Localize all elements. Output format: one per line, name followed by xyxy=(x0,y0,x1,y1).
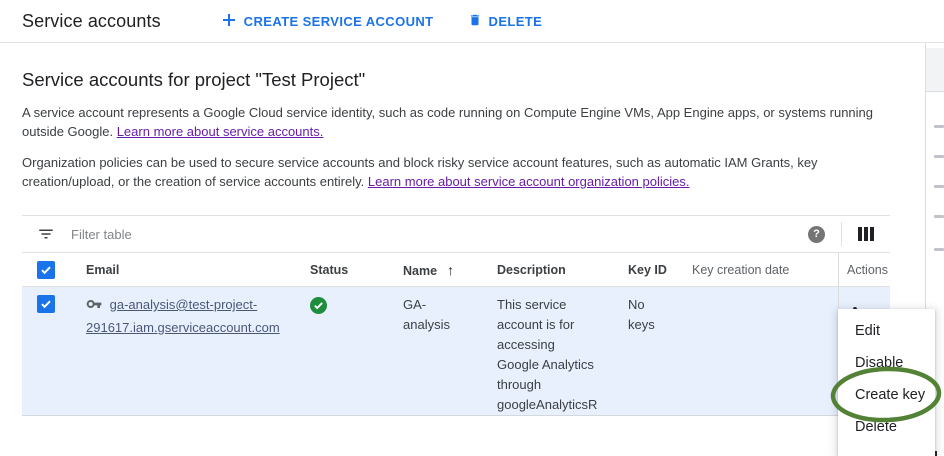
key-creation-date-cell xyxy=(692,287,838,415)
learn-more-service-accounts-link[interactable]: Learn more about service accounts. xyxy=(117,124,324,139)
delete-button[interactable]: DELETE xyxy=(468,12,543,31)
status-enabled-icon xyxy=(310,297,327,314)
menu-item-disable[interactable]: Disable xyxy=(838,347,935,379)
delete-label: DELETE xyxy=(489,14,543,29)
menu-item-delete[interactable]: Delete xyxy=(838,411,935,443)
right-panel-clipped-text xyxy=(934,155,944,158)
service-accounts-table: ? Email Status Name↑ Description Key ID xyxy=(22,215,890,416)
right-panel-clipped-header xyxy=(926,48,944,92)
select-all-checkbox-cell xyxy=(22,261,86,279)
service-account-key-icon xyxy=(86,300,106,315)
sort-ascending-icon: ↑ xyxy=(447,262,454,278)
row-checkbox[interactable] xyxy=(37,295,55,313)
filter-bar-divider xyxy=(841,222,842,246)
top-toolbar: Service accounts CREATE SERVICE ACCOUNT … xyxy=(0,0,944,43)
trash-icon xyxy=(468,12,482,31)
name-cell: GA-analysis xyxy=(403,287,497,415)
row-actions-menu: Edit Disable Create key Delete xyxy=(838,309,935,456)
column-header-name[interactable]: Name↑ xyxy=(403,262,497,278)
page-title: Service accounts xyxy=(22,11,161,32)
service-accounts-page: Service accounts CREATE SERVICE ACCOUNT … xyxy=(0,0,944,456)
email-cell: ga-analysis@test-project-291617.iam.gser… xyxy=(86,287,310,415)
main-content: Service accounts for project "Test Proje… xyxy=(22,43,890,416)
table-header-row: Email Status Name↑ Description Key ID Ke… xyxy=(22,253,890,287)
right-panel-clipped-text xyxy=(934,248,944,251)
right-panel-clipped-text xyxy=(934,125,944,128)
description-cell: This service account is for accessing Go… xyxy=(497,287,628,415)
column-header-description[interactable]: Description xyxy=(497,263,628,277)
column-header-status[interactable]: Status xyxy=(310,263,403,277)
policy-paragraph: Organization policies can be used to sec… xyxy=(22,153,890,191)
intro-paragraph: A service account represents a Google Cl… xyxy=(22,103,890,141)
learn-more-org-policies-link[interactable]: Learn more about service account organiz… xyxy=(368,174,690,189)
create-service-account-label: CREATE SERVICE ACCOUNT xyxy=(244,14,434,29)
select-all-checkbox[interactable] xyxy=(37,261,55,279)
create-service-account-button[interactable]: CREATE SERVICE ACCOUNT xyxy=(221,12,434,31)
plus-icon xyxy=(221,12,237,31)
filter-table-input[interactable] xyxy=(71,227,808,242)
column-header-email[interactable]: Email xyxy=(86,263,310,277)
column-header-key-creation-date[interactable]: Key creation date xyxy=(692,263,838,277)
table-filter-bar: ? xyxy=(22,216,890,253)
key-id-cell: No keys xyxy=(628,287,692,415)
row-checkbox-cell xyxy=(22,287,86,415)
menu-item-edit[interactable]: Edit xyxy=(838,315,935,347)
right-panel-clipped-text xyxy=(934,185,944,188)
filter-icon xyxy=(37,225,55,243)
menu-item-create-key[interactable]: Create key xyxy=(838,379,935,411)
section-heading: Service accounts for project "Test Proje… xyxy=(22,69,890,91)
column-display-icon[interactable] xyxy=(858,227,874,241)
column-header-key-id[interactable]: Key ID xyxy=(628,263,692,277)
service-account-email-link[interactable]: ga-analysis@test-project-291617.iam.gser… xyxy=(86,297,280,335)
table-row[interactable]: ga-analysis@test-project-291617.iam.gser… xyxy=(22,287,890,416)
status-cell xyxy=(310,287,403,415)
right-panel-clipped-text xyxy=(934,215,944,218)
column-header-actions: Actions xyxy=(838,253,890,286)
help-icon[interactable]: ? xyxy=(808,226,825,243)
